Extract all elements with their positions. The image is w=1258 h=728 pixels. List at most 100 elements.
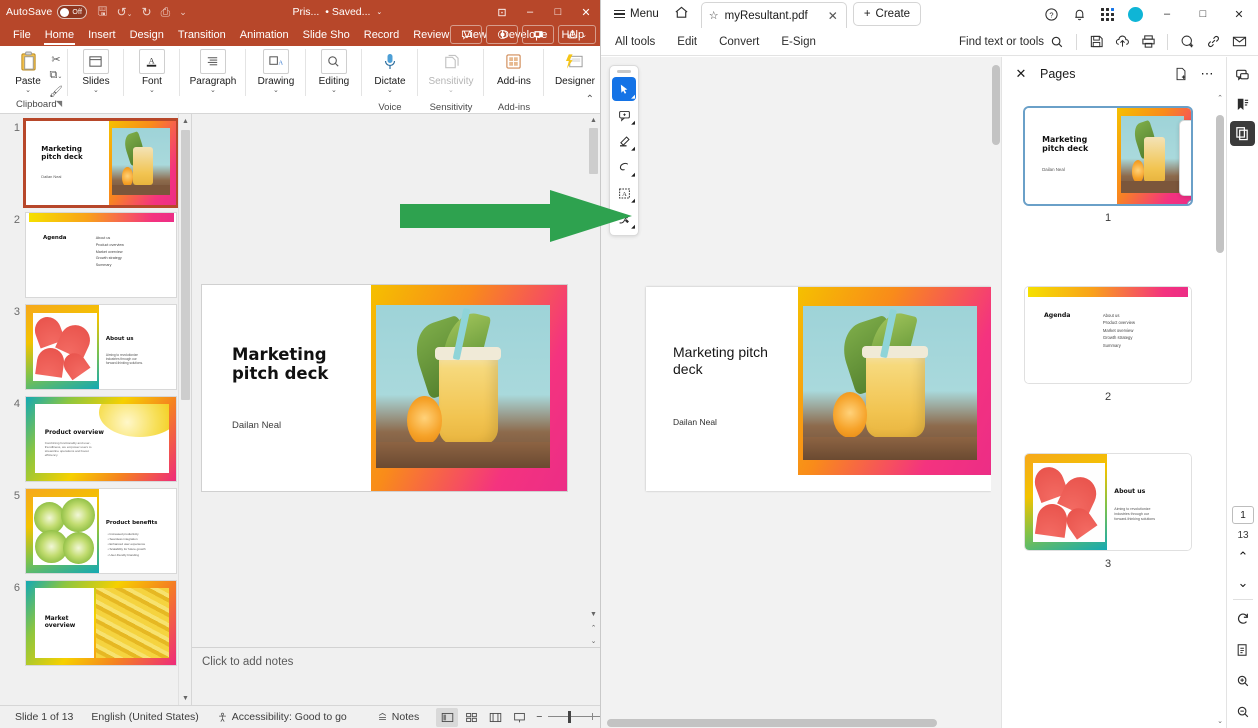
notes-pane[interactable]: Click to add notes: [192, 647, 600, 705]
zoom-slider[interactable]: [548, 711, 600, 723]
notes-button[interactable]: Notes: [368, 711, 428, 723]
scroll-down-icon[interactable]: ▼: [587, 608, 600, 621]
pdf-hscroll-thumb[interactable]: [607, 719, 937, 727]
slide-thumbnail-item[interactable]: 5 Product benefits • Increased productivit…: [0, 482, 191, 574]
minimize-button[interactable]: –: [516, 0, 544, 24]
add-comment-icon[interactable]: [1174, 29, 1200, 55]
scroll-down-icon[interactable]: ⌄: [1214, 714, 1226, 728]
share-icon[interactable]: ⌄: [558, 25, 596, 44]
avatar[interactable]: [1122, 1, 1148, 27]
notifications-bell-icon[interactable]: [1066, 1, 1092, 27]
search-icon[interactable]: [1050, 35, 1064, 49]
slide-thumbnail[interactable]: About us Aiming to revolutionize industri…: [25, 304, 177, 390]
star-icon[interactable]: ☆: [709, 9, 719, 22]
upload-cloud-icon[interactable]: [1109, 29, 1135, 55]
page-thumbnail-item[interactable]: Agenda About us Product overview Market ove…: [1002, 286, 1214, 403]
ribbon-tab-animation[interactable]: Animation: [233, 24, 296, 46]
pdf-document-area[interactable]: ◢ ◢ ◢ ◢ A ◢ ◢ Marketing pitch deck Daila…: [601, 57, 1001, 728]
pages-scroll-thumb[interactable]: [1216, 115, 1224, 253]
delete-page-icon[interactable]: ✂: [1185, 148, 1192, 168]
chevron-down-icon[interactable]: ◢: [631, 172, 635, 178]
paragraph-button[interactable]: Paragraph ⌄: [185, 49, 241, 94]
pdf-horizontal-scrollbar[interactable]: [601, 718, 991, 728]
print-icon[interactable]: [1135, 29, 1161, 55]
pdf-vertical-scrollbar[interactable]: [991, 57, 1001, 728]
ribbon-tab-insert[interactable]: Insert: [81, 24, 123, 46]
maximize-button[interactable]: □: [544, 0, 572, 24]
editor-scrollbar[interactable]: ▲ ▼ ⌃ ⌄: [587, 114, 600, 647]
add-ins-button[interactable]: Add-ins: [489, 49, 539, 87]
slide-thumbnail-item[interactable]: 6 Market overview: [0, 574, 191, 666]
rotate-icon[interactable]: [1231, 606, 1256, 631]
ribbon-tab-review[interactable]: Review: [406, 24, 456, 46]
current-slide-canvas[interactable]: Marketing pitch deck Dailan Neal: [202, 285, 567, 491]
chevron-down-icon[interactable]: ◢: [631, 146, 635, 152]
ribbon-tab-home[interactable]: Home: [38, 24, 81, 46]
slide-thumbnail[interactable]: Agenda About us Product overview Market ove…: [25, 212, 177, 298]
slide-thumbnail-item[interactable]: 3 About us Aiming to revolutionize industr…: [0, 298, 191, 390]
scroll-up-icon[interactable]: ▲: [179, 114, 191, 128]
customize-quick-access-icon[interactable]: ⌄: [179, 7, 187, 18]
highlight-icon[interactable]: ◢: [612, 129, 636, 153]
page-scrolling-icon[interactable]: [1231, 637, 1256, 662]
ribbon-tab-record[interactable]: Record: [357, 24, 406, 46]
copy-icon[interactable]: ⧉⌄: [50, 69, 63, 82]
add-text-box-icon[interactable]: A ◢: [612, 181, 636, 205]
bookmark-icon[interactable]: [1230, 92, 1255, 117]
sensitivity-button[interactable]: Sensitivity ⌄: [423, 49, 479, 94]
pdf-vscroll-thumb[interactable]: [992, 65, 1000, 145]
resize-handle[interactable]: [1187, 200, 1191, 204]
slide-title-text[interactable]: Marketing pitch deck: [232, 345, 352, 383]
scroll-up-icon[interactable]: ⌃: [1214, 91, 1226, 105]
erase-signature-icon[interactable]: ◢: [612, 207, 636, 231]
reading-view-icon[interactable]: [484, 708, 506, 727]
slide-sorter-icon[interactable]: [460, 708, 482, 727]
autosave-switch[interactable]: Off: [57, 5, 88, 19]
page-thumbnail[interactable]: Marketing pitch deck Dailan Neal ↻ ✂ ⇥: [1024, 107, 1192, 205]
dictate-button[interactable]: Dictate ⌄: [367, 49, 413, 94]
next-slide-icon[interactable]: ⌄: [587, 634, 600, 647]
document-title[interactable]: Pris...: [292, 6, 319, 18]
undo-icon[interactable]: ↺⌄: [117, 5, 133, 19]
rotate-page-icon[interactable]: ↻: [1185, 124, 1192, 144]
chevron-down-icon[interactable]: ◢: [631, 198, 635, 204]
chevron-down-icon[interactable]: ⌄: [93, 87, 99, 94]
slide-thumbnail-item[interactable]: 4 Product overview Combining functionality…: [0, 390, 191, 482]
ribbon-tab-design[interactable]: Design: [123, 24, 171, 46]
previous-slide-icon[interactable]: ⌃: [587, 621, 600, 634]
chevron-down-icon[interactable]: ⌄: [25, 87, 31, 94]
save-icon[interactable]: 🖫: [97, 2, 107, 23]
create-button[interactable]: + Create: [852, 2, 922, 26]
record-icon[interactable]: [486, 25, 518, 44]
add-comment-icon[interactable]: ◢: [612, 103, 636, 127]
zoom-slider-handle[interactable]: [568, 711, 572, 723]
chevron-down-icon[interactable]: ◢: [631, 224, 635, 230]
page-thumbnail-item[interactable]: About us Aiming to revolutionize industri…: [1002, 453, 1214, 570]
chevron-down-icon[interactable]: ⌄: [149, 87, 155, 94]
language-indicator[interactable]: English (United States): [82, 711, 207, 723]
extract-page-icon[interactable]: ⇥: [1185, 172, 1192, 192]
zoom-out-icon[interactable]: [1231, 699, 1256, 724]
all-tools-button[interactable]: All tools: [615, 36, 667, 48]
draw-freehand-icon[interactable]: ◢: [612, 155, 636, 179]
slide-thumbnail[interactable]: Product overview Combining functionality …: [25, 396, 177, 482]
slide-thumbnail-item[interactable]: 2 Agenda About us Product overview Market ov…: [0, 206, 191, 298]
scroll-down-icon[interactable]: ▼: [179, 691, 191, 705]
find-box[interactable]: Find text or tools: [959, 35, 1064, 49]
chevron-down-icon[interactable]: ⌄: [331, 87, 337, 94]
clipboard-dialog-launcher[interactable]: ◥: [56, 99, 62, 108]
editor-scroll-thumb[interactable]: [589, 128, 598, 174]
paste-button[interactable]: Paste ⌄: [9, 49, 47, 94]
save-icon[interactable]: [1083, 29, 1109, 55]
chevron-down-icon[interactable]: ⌄: [448, 87, 454, 94]
slideshow-icon[interactable]: [508, 708, 530, 727]
page-thumbnail-item[interactable]: Marketing pitch deck Dailan Neal ↻ ✂ ⇥ 1: [1002, 107, 1214, 224]
chevron-down-icon[interactable]: ⌄: [376, 8, 382, 16]
chevron-down-icon[interactable]: ⌄: [387, 87, 393, 94]
email-icon[interactable]: [1226, 29, 1252, 55]
designer-button[interactable]: Designer: [549, 49, 600, 87]
chevron-up-icon[interactable]: ⌃: [1231, 547, 1256, 567]
link-icon[interactable]: [1200, 29, 1226, 55]
more-options-icon[interactable]: ⋯: [1196, 63, 1218, 85]
close-icon[interactable]: ✕: [1010, 63, 1032, 85]
